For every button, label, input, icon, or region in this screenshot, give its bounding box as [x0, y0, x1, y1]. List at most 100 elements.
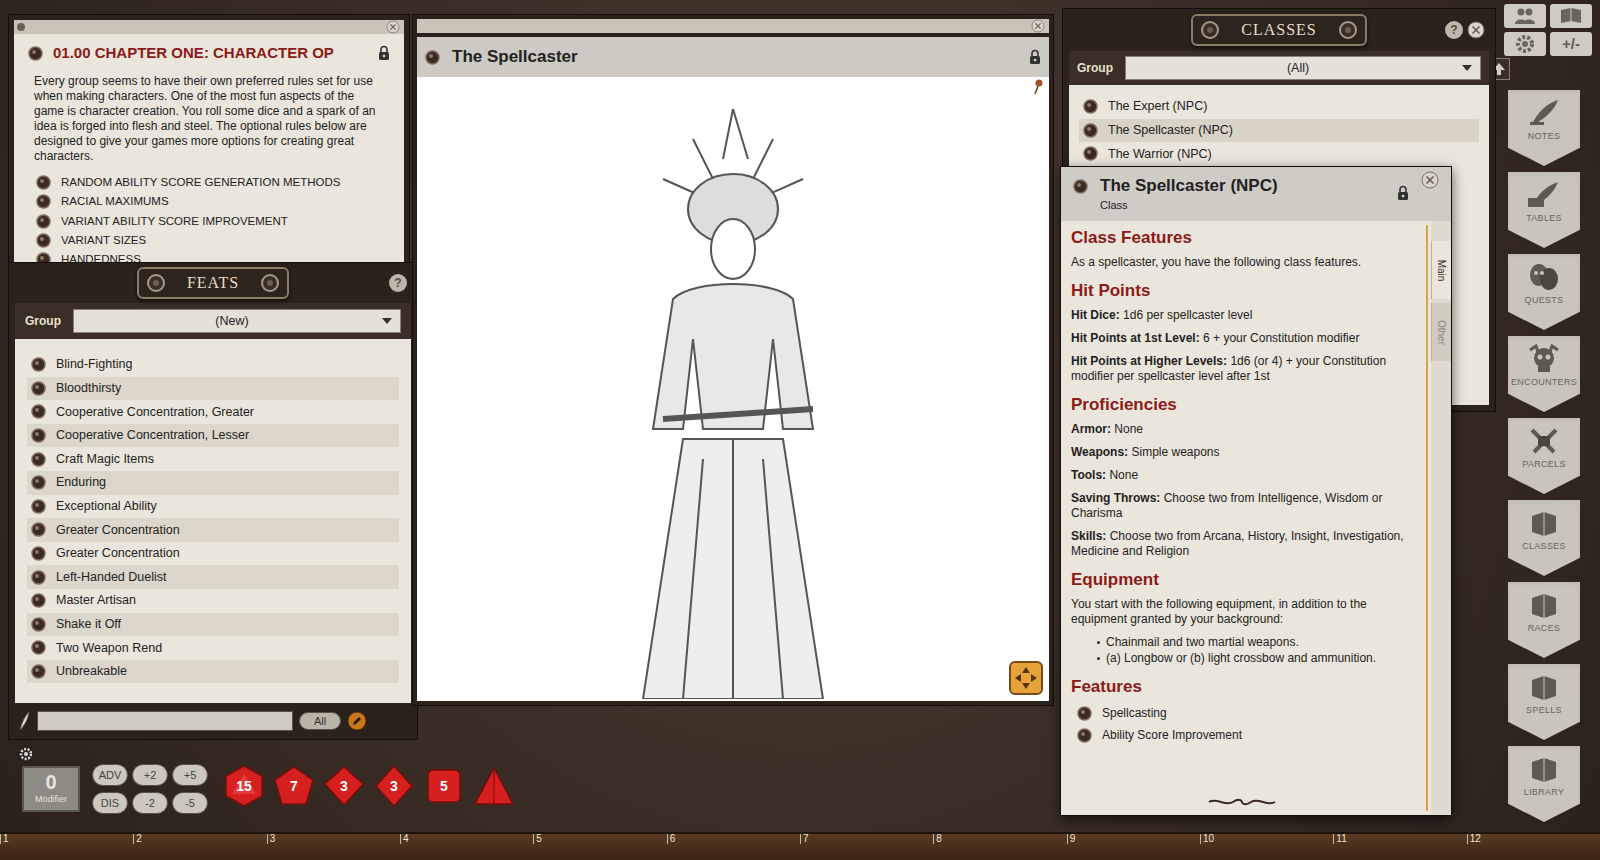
chapter-link[interactable]: VARIANT ABILITY SCORE IMPROVEMENT — [36, 213, 390, 230]
modifier-box[interactable]: 0Modifier — [22, 766, 80, 812]
sidebar-button[interactable]: SPELLS — [1508, 664, 1580, 740]
lock-icon[interactable] — [378, 45, 390, 61]
feat-row[interactable]: Greater Concentration — [27, 542, 399, 566]
feat-name[interactable]: Master Artisan — [56, 591, 136, 610]
sidebar-button[interactable]: ENCOUNTERS — [1508, 336, 1580, 412]
settings-icon[interactable] — [18, 746, 34, 762]
close-icon[interactable] — [386, 20, 400, 34]
chapter-link[interactable]: VARIANT SIZES — [36, 232, 390, 249]
filter-input[interactable] — [37, 711, 293, 731]
record-tab[interactable]: Other — [1431, 303, 1451, 361]
feat-row[interactable]: Enduring — [27, 471, 399, 495]
class-row[interactable]: The Expert (NPC) — [1079, 95, 1479, 119]
class-name[interactable]: The Expert (NPC) — [1108, 97, 1207, 116]
pin-icon[interactable] — [1033, 79, 1043, 95]
feat-row[interactable]: Two Weapon Rend — [27, 636, 399, 660]
chapter-link-label[interactable]: VARIANT ABILITY SCORE IMPROVEMENT — [61, 213, 288, 230]
sidebar-button-label[interactable]: NOTES — [1528, 130, 1561, 144]
group-dropdown[interactable]: (New) — [73, 309, 401, 333]
group-value[interactable]: (New) — [82, 312, 382, 331]
feature-name[interactable]: Spellcasting — [1102, 704, 1167, 722]
book-icon[interactable] — [1550, 4, 1592, 28]
feat-row[interactable]: Exceptional Ability — [27, 495, 399, 519]
feat-row[interactable]: Shake it Off — [27, 613, 399, 637]
sidebar-button[interactable]: LIBRARY — [1508, 746, 1580, 822]
feat-row[interactable]: Master Artisan — [27, 589, 399, 613]
hotkey-slot[interactable]: 1 — [0, 834, 133, 844]
record-tab[interactable]: Main — [1431, 241, 1451, 299]
sidebar-button[interactable]: NOTES — [1508, 90, 1580, 166]
feat-row[interactable]: Blind-Fighting — [27, 353, 399, 377]
link-icon[interactable] — [425, 50, 440, 65]
class-name[interactable]: The Spellcaster (NPC) — [1108, 121, 1233, 140]
group-dropdown[interactable]: (All) — [1125, 56, 1481, 80]
sidebar-button-label[interactable]: LIBRARY — [1524, 786, 1564, 800]
toggle-button[interactable]: +/- — [1550, 32, 1592, 56]
class-name[interactable]: The Warrior (NPC) — [1108, 145, 1212, 164]
hotkey-slot[interactable]: 9 — [1067, 834, 1200, 844]
modifier-button[interactable]: -2 — [132, 792, 168, 814]
hotkey-slot[interactable]: 6 — [667, 834, 800, 844]
feat-row[interactable]: Cooperative Concentration, Greater — [27, 400, 399, 424]
feat-name[interactable]: Shake it Off — [56, 615, 121, 634]
feat-row[interactable]: Bloodthirsty — [27, 377, 399, 401]
sidebar-button-label[interactable]: CLASSES — [1522, 540, 1566, 554]
hotkey-slot[interactable]: 10 — [1200, 834, 1333, 844]
feat-name[interactable]: Craft Magic Items — [56, 450, 154, 469]
die-face[interactable]: 15 — [236, 776, 252, 797]
record-tab-label[interactable]: Other — [1434, 319, 1449, 344]
feature-name[interactable]: Ability Score Improvement — [1102, 726, 1242, 744]
gear-icon[interactable] — [1504, 32, 1546, 56]
die[interactable]: 3 — [322, 764, 366, 808]
group-value[interactable]: (All) — [1134, 59, 1462, 78]
feat-row[interactable]: Unbreakable — [27, 660, 399, 684]
chapter-link[interactable]: RACIAL MAXIMUMS — [36, 193, 390, 210]
sidebar-button-label[interactable]: TABLES — [1526, 212, 1562, 226]
feat-name[interactable]: Unbreakable — [56, 662, 127, 681]
feat-name[interactable]: Enduring — [56, 473, 106, 492]
help-button[interactable]: ? — [389, 274, 407, 292]
feat-name[interactable]: Bloodthirsty — [56, 379, 121, 398]
hotkey-slot[interactable]: 2 — [133, 834, 266, 844]
class-row[interactable]: The Spellcaster (NPC) — [1079, 119, 1479, 143]
scrollbar[interactable] — [1423, 221, 1431, 815]
feat-row[interactable]: Cooperative Concentration, Lesser — [27, 424, 399, 448]
sidebar-button-label[interactable]: PARCELS — [1522, 458, 1565, 472]
sidebar-button[interactable]: CLASSES — [1508, 500, 1580, 576]
hotkey-slot[interactable]: 5 — [533, 834, 666, 844]
die-face[interactable]: 7 — [290, 776, 298, 797]
die[interactable]: 15 — [222, 764, 266, 808]
lock-icon[interactable] — [1029, 49, 1041, 65]
chapter-link-label[interactable]: RACIAL MAXIMUMS — [61, 193, 169, 210]
modifier-button[interactable]: ADV — [92, 764, 128, 786]
hotkey-slot[interactable]: 4 — [400, 834, 533, 844]
die[interactable]: 3 — [372, 764, 416, 808]
die[interactable]: 7 — [272, 764, 316, 808]
help-button[interactable]: ? — [1445, 21, 1463, 39]
die-face[interactable]: 3 — [390, 776, 398, 797]
hotkey-slot[interactable]: 3 — [267, 834, 400, 844]
chapter-link-label[interactable]: VARIANT SIZES — [61, 232, 146, 249]
chapter-link[interactable]: RANDOM ABILITY SCORE GENERATION METHODS — [36, 174, 390, 191]
die[interactable] — [472, 764, 516, 808]
sidebar-button-label[interactable]: RACES — [1528, 622, 1561, 636]
close-icon[interactable] — [1467, 21, 1485, 39]
close-icon[interactable] — [1031, 19, 1045, 33]
feat-row[interactable]: Left-Handed Duelist — [27, 565, 399, 589]
modifier-button[interactable]: DIS — [92, 792, 128, 814]
hotkey-slot[interactable]: 7 — [800, 834, 933, 844]
lock-icon[interactable] — [1397, 185, 1409, 201]
link-icon[interactable] — [1073, 179, 1088, 194]
sidebar-button-label[interactable]: QUESTS — [1525, 294, 1564, 308]
hotkey-slot[interactable]: 8 — [933, 834, 1066, 844]
feat-name[interactable]: Greater Concentration — [56, 521, 180, 540]
feat-name[interactable]: Greater Concentration — [56, 544, 180, 563]
feat-name[interactable]: Left-Handed Duelist — [56, 568, 166, 587]
link-icon[interactable] — [28, 46, 43, 61]
people-icon[interactable] — [1504, 4, 1546, 28]
hotkey-slot[interactable]: 11 — [1333, 834, 1466, 844]
modifier-button[interactable]: +5 — [172, 764, 208, 786]
modifier-button[interactable]: -5 — [172, 792, 208, 814]
hotkey-slot[interactable]: 12 — [1467, 834, 1600, 844]
die[interactable]: 5 — [422, 764, 466, 808]
